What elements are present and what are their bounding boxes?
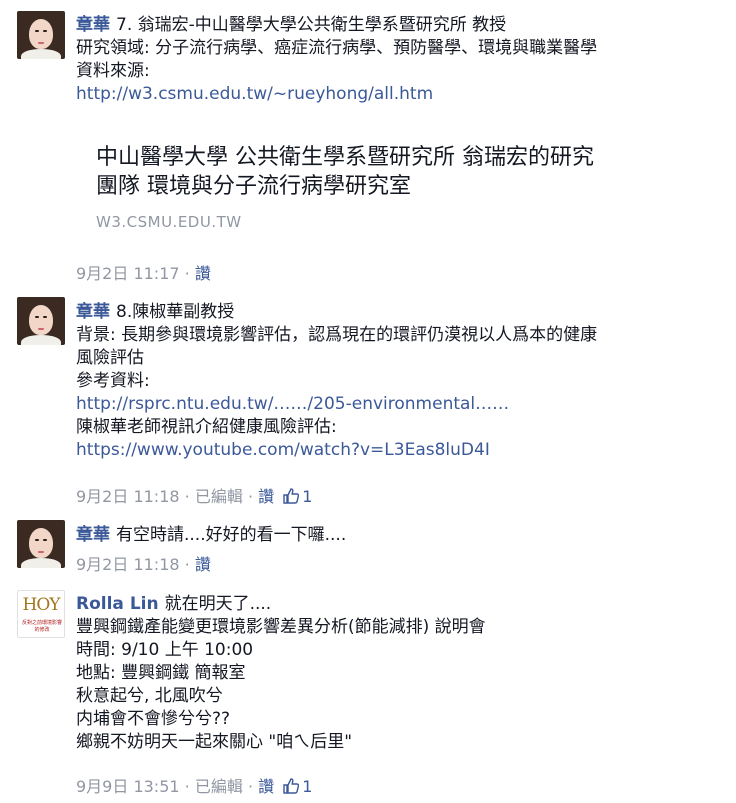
comment-text: 背景: 長期參與環境影響評估，認爲現在的環評仍漠視以人爲本的健康 [76, 325, 598, 345]
like-button[interactable]: 讚 [258, 487, 274, 506]
comment-link[interactable]: https://www.youtube.com/watch?v=L3Eas8lu… [76, 439, 728, 462]
comment-text: 資料來源: [76, 61, 150, 81]
comment-timestamp[interactable]: 9月2日 11:18 [76, 555, 180, 574]
comment-timestamp[interactable]: 9月2日 11:17 [76, 264, 180, 283]
meta-separator: · [247, 777, 254, 796]
comment-text: 地點: 豐興鋼鐵 簡報室 [76, 663, 246, 683]
avatar[interactable] [17, 11, 65, 59]
like-count[interactable]: 1 [302, 777, 312, 796]
comment-author[interactable]: Rolla Lin [76, 594, 159, 614]
comment-link[interactable]: http://rsprc.ntu.edu.tw/……/205-environme… [76, 393, 728, 416]
meta-separator: · [184, 555, 190, 574]
like-button[interactable]: 讚 [195, 555, 211, 574]
comment-text: 參考資料: [76, 371, 150, 391]
avatar[interactable] [17, 297, 65, 345]
comment-text: 有空時請....好好的看一下囉.... [116, 525, 347, 545]
comment-author[interactable]: 章華 [76, 525, 110, 545]
avatar[interactable]: HOY 反對之前環境影響的修改 [17, 590, 65, 638]
comment-author[interactable]: 章華 [76, 15, 110, 35]
comment-text: 秋意起兮, 北風吹兮 [76, 686, 223, 706]
meta-separator: · [184, 264, 190, 283]
link-preview-domain: W3.CSMU.EDU.TW [96, 213, 242, 231]
meta-separator: · [184, 777, 190, 796]
comment-timestamp[interactable]: 9月2日 11:18 [76, 487, 180, 506]
comment-text: 7. 翁瑞宏-中山醫學大學公共衛生學系暨研究所 教授 [116, 15, 507, 35]
meta-separator: · [184, 487, 190, 506]
comment-text: 就在明天了.... [164, 594, 272, 614]
comment-text: 風險評估 [76, 348, 144, 368]
link-preview-title[interactable]: 中山醫學大學 公共衛生學系暨研究所 翁瑞宏的研究 [96, 143, 696, 172]
link-preview-title[interactable]: 團隊 環境與分子流行病學研究室 [96, 172, 696, 201]
comment-author[interactable]: 章華 [76, 302, 110, 322]
like-button[interactable]: 讚 [195, 264, 211, 283]
thumbs-up-icon[interactable] [283, 778, 300, 799]
like-count[interactable]: 1 [302, 487, 312, 506]
meta-separator: · [247, 487, 254, 506]
comment-text: 内埔會不會慘兮兮?? [76, 709, 231, 729]
comment-text: 8.陳椒華副教授 [116, 302, 235, 322]
comment-text: 研究領域: 分子流行病學、癌症流行病學、預防醫學、環境與職業醫學 [76, 38, 598, 58]
link-preview[interactable]: 中山醫學大學 公共衛生學系暨研究所 翁瑞宏的研究 團隊 環境與分子流行病學研究室… [96, 143, 696, 231]
avatar-logo-subtitle: 反對之前環境影響的修改 [21, 620, 62, 633]
comment-text: 鄉親不妨明天一起來關心 "咱ㄟ后里" [76, 732, 353, 752]
like-button[interactable]: 讚 [258, 777, 274, 796]
comment-text: 陳椒華老師視訊介紹健康風險評估: [76, 417, 337, 437]
edited-label[interactable]: 已編輯 [195, 777, 243, 796]
thumbs-up-icon[interactable] [283, 488, 300, 509]
comment-timestamp[interactable]: 9月9日 13:51 [76, 777, 180, 796]
avatar[interactable] [17, 520, 65, 568]
comment-text: 時間: 9/10 上午 10:00 [76, 640, 254, 660]
edited-label[interactable]: 已編輯 [195, 487, 243, 506]
comment-text: 豐興鋼鐵產能變更環境影響差異分析(節能減排) 說明會 [76, 617, 486, 637]
comment-link[interactable]: http://w3.csmu.edu.tw/~rueyhong/all.htm [76, 83, 728, 106]
avatar-logo-text: HOY [22, 595, 61, 615]
